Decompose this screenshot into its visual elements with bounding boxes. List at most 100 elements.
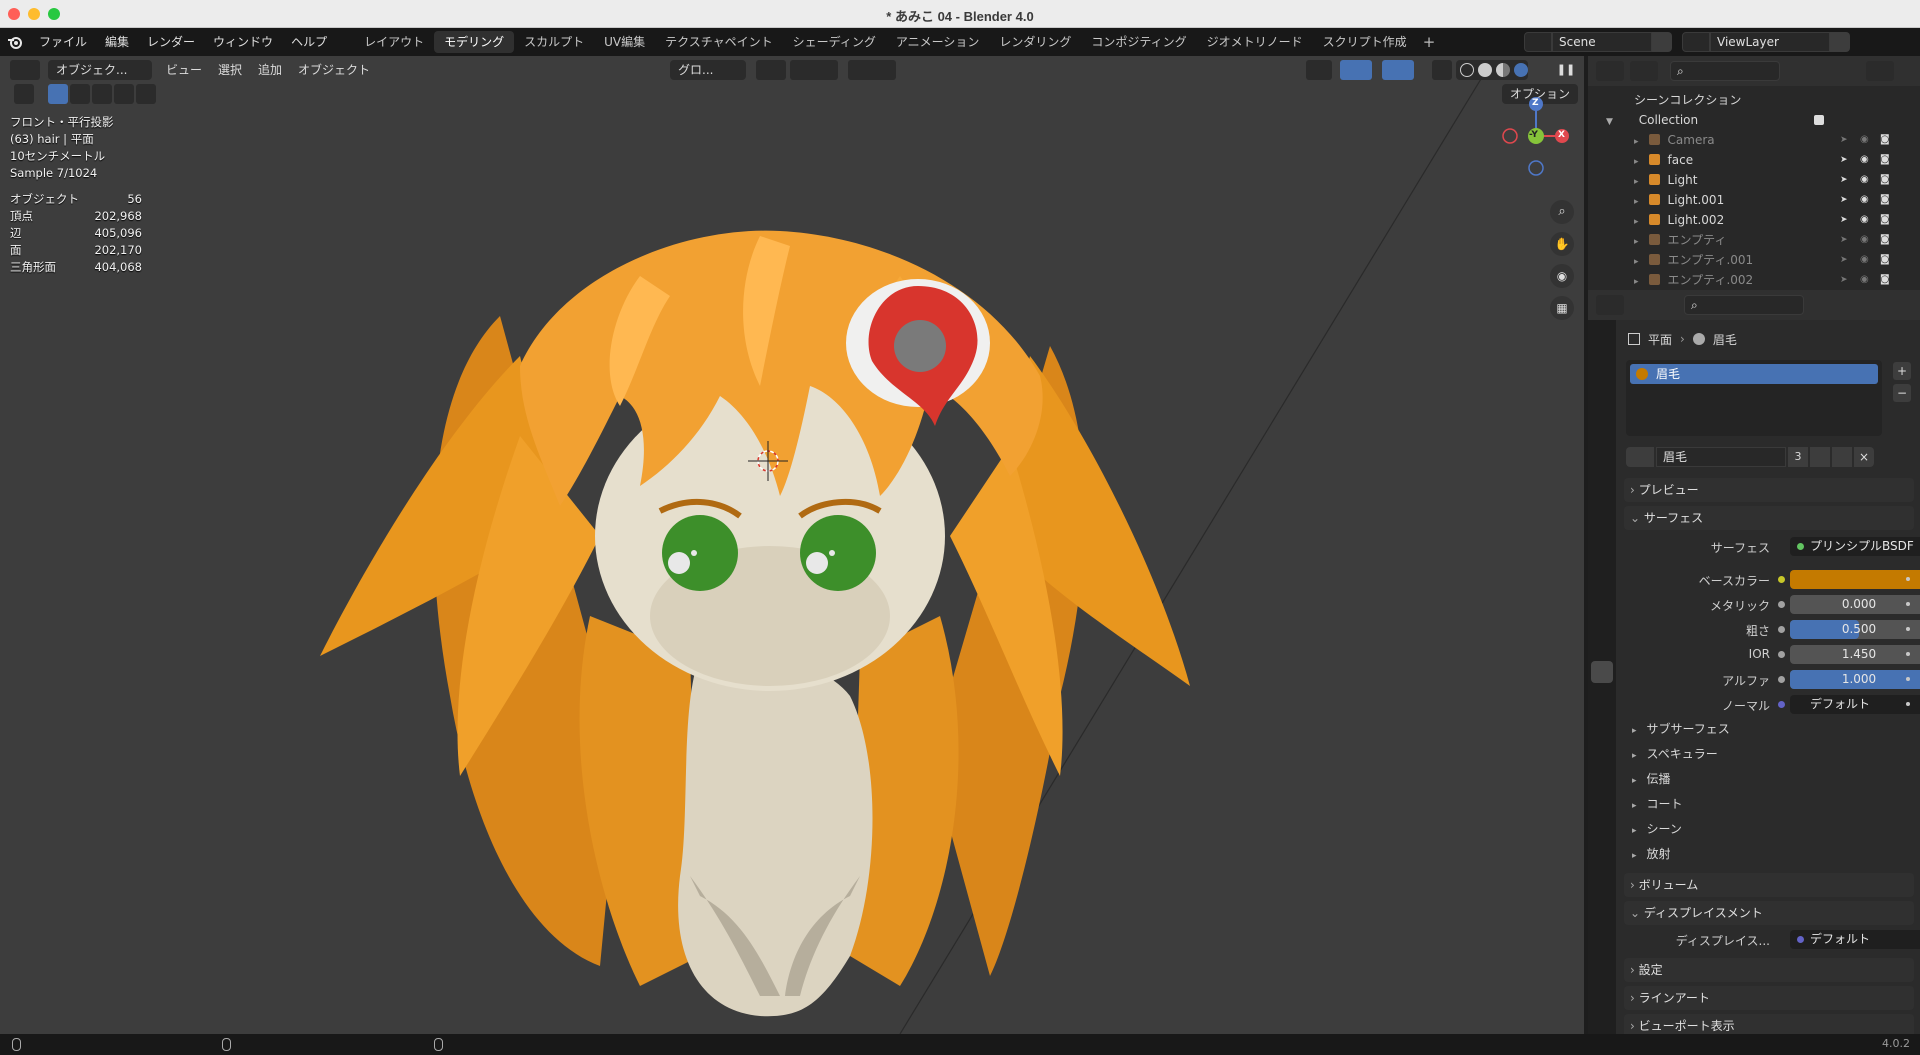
- settings-section[interactable]: › 設定: [1624, 958, 1914, 982]
- workspace-tab[interactable]: テクスチャペイント: [655, 31, 783, 53]
- unlink-material-icon[interactable]: ×: [1854, 447, 1874, 467]
- render-camera-icon[interactable]: ◙: [1880, 150, 1890, 170]
- outliner-item[interactable]: ▸ Light.002 ➤ ◉ ◙: [1588, 210, 1920, 230]
- editor-type-icon[interactable]: [10, 60, 40, 80]
- render-camera-icon[interactable]: ◙: [1880, 130, 1890, 150]
- pivot-icon[interactable]: [756, 60, 786, 80]
- displacement-field[interactable]: デフォルト: [1790, 930, 1920, 949]
- subpanel-header[interactable]: ▸ シーン: [1624, 817, 1920, 842]
- viewport-display-section[interactable]: › ビューポート表示: [1624, 1014, 1914, 1034]
- socket-dot-icon[interactable]: [1778, 651, 1785, 658]
- selectable-arrow-icon[interactable]: ➤: [1840, 150, 1848, 170]
- material-name-field[interactable]: 眉毛: [1656, 447, 1786, 467]
- menu-item[interactable]: ファイル: [30, 28, 96, 56]
- viewlayer-field[interactable]: ViewLayer: [1710, 32, 1830, 52]
- overlay-toggle-icon[interactable]: [1382, 60, 1414, 80]
- workspace-tab[interactable]: シェーディング: [783, 31, 886, 53]
- new-viewlayer-button[interactable]: [1830, 32, 1850, 52]
- expand-arrow-icon[interactable]: ▸: [1634, 197, 1639, 207]
- new-material-icon[interactable]: [1832, 447, 1852, 467]
- workspace-tab[interactable]: モデリング: [434, 31, 515, 53]
- preview-section[interactable]: › プレビュー: [1624, 478, 1914, 502]
- snap-icon[interactable]: [790, 60, 838, 80]
- expand-arrow-icon[interactable]: ▸: [1634, 217, 1639, 227]
- select-subtract-icon[interactable]: [92, 84, 112, 104]
- socket-dot-icon[interactable]: [1778, 701, 1785, 708]
- world-tab-icon[interactable]: [1591, 451, 1613, 473]
- subpanel-header[interactable]: ▸ 放射: [1624, 842, 1920, 867]
- outliner-item[interactable]: ▸ face ➤ ◉ ◙: [1588, 150, 1920, 170]
- volume-section[interactable]: › ボリューム: [1624, 873, 1914, 897]
- field-value[interactable]: 1.450: [1790, 645, 1920, 664]
- selectable-arrow-icon[interactable]: ➤: [1840, 230, 1848, 250]
- selectable-arrow-icon[interactable]: ➤: [1840, 130, 1848, 150]
- socket-dot-icon[interactable]: [1778, 626, 1785, 633]
- viewport-menu-item[interactable]: 追加: [250, 60, 290, 80]
- object-tab-icon[interactable]: [1591, 511, 1613, 533]
- navigation-gizmo[interactable]: Z X -Y: [1496, 96, 1576, 176]
- pause-render-icon[interactable]: ❚❚: [1556, 60, 1576, 80]
- xray-icon[interactable]: [1432, 60, 1452, 80]
- menu-item[interactable]: ヘルプ: [282, 28, 336, 56]
- render-camera-icon[interactable]: ◙: [1880, 170, 1890, 190]
- scene-tab-icon[interactable]: [1591, 426, 1613, 448]
- outliner-search-input[interactable]: ⌕: [1670, 61, 1780, 81]
- workspace-tab[interactable]: ジオメトリノード: [1197, 31, 1313, 53]
- visibility-eye-icon[interactable]: ◉: [1860, 210, 1869, 230]
- field-value[interactable]: 0.000: [1790, 595, 1920, 614]
- select-invert-icon[interactable]: [114, 84, 134, 104]
- keyframe-dot-icon[interactable]: [1906, 577, 1910, 581]
- physics-tab-icon[interactable]: [1591, 586, 1613, 608]
- select-intersect-icon[interactable]: [136, 84, 156, 104]
- workspace-tab[interactable]: コンポジティング: [1081, 31, 1196, 53]
- surface-shader-field[interactable]: プリンシプルBSDF: [1790, 537, 1920, 556]
- visibility-eye-icon[interactable]: ◉: [1860, 230, 1869, 250]
- new-scene-button[interactable]: [1652, 32, 1672, 52]
- collection-tab-icon[interactable]: [1591, 481, 1613, 503]
- selectable-arrow-icon[interactable]: ➤: [1840, 190, 1848, 210]
- outliner-editor-type-icon[interactable]: [1596, 61, 1624, 81]
- properties-editor-type-icon[interactable]: [1596, 295, 1624, 315]
- expand-arrow-icon[interactable]: ▸: [1634, 237, 1639, 247]
- scene-selector-icon[interactable]: [1524, 32, 1552, 52]
- render-tab-icon[interactable]: [1591, 351, 1613, 373]
- outliner-item[interactable]: ▸ エンプティ.001 ➤ ◉ ◙: [1588, 250, 1920, 270]
- visibility-eye-icon[interactable]: ◉: [1860, 190, 1869, 210]
- viewport-menu-item[interactable]: ビュー: [158, 60, 210, 80]
- keyframe-dot-icon[interactable]: [1906, 702, 1910, 706]
- subpanel-header[interactable]: ▸ コート: [1624, 792, 1920, 817]
- proportional-edit-icon[interactable]: [848, 60, 896, 80]
- gizmo-toggle-icon[interactable]: [1340, 60, 1372, 80]
- subpanel-header[interactable]: ▸ サブサーフェス: [1624, 717, 1920, 742]
- 3d-viewport[interactable]: オブジェク... ビュー 選択 追加 オブジェクト グロ... ❚❚ オプション フロ…: [0, 56, 1584, 1034]
- constraints-tab-icon[interactable]: [1591, 611, 1613, 633]
- viewlayer-selector-icon[interactable]: [1682, 32, 1710, 52]
- fake-user-icon[interactable]: [1810, 447, 1830, 467]
- outliner-item[interactable]: ▸ Light ➤ ◉ ◙: [1588, 170, 1920, 190]
- expand-arrow-icon[interactable]: ▸: [1634, 137, 1639, 147]
- render-camera-icon[interactable]: ◙: [1880, 250, 1890, 270]
- mode-selector[interactable]: オブジェク...: [48, 60, 152, 80]
- visibility-eye-icon[interactable]: ◉: [1860, 130, 1869, 150]
- menu-item[interactable]: レンダー: [138, 28, 204, 56]
- select-box-tool-icon[interactable]: [14, 84, 34, 104]
- material-tab-icon[interactable]: [1591, 661, 1613, 683]
- output-tab-icon[interactable]: [1591, 376, 1613, 398]
- socket-dot-icon[interactable]: [1778, 576, 1785, 583]
- shading-modes[interactable]: [1456, 60, 1528, 80]
- collapse-arrow-icon[interactable]: ▼: [1606, 117, 1613, 127]
- scene-field[interactable]: Scene: [1552, 32, 1652, 52]
- keyframe-dot-icon[interactable]: [1906, 602, 1910, 606]
- expand-arrow-icon[interactable]: ▸: [1634, 177, 1639, 187]
- surface-section[interactable]: ⌄ サーフェス: [1624, 506, 1914, 530]
- view-layer-tab-icon[interactable]: [1591, 401, 1613, 423]
- expand-arrow-icon[interactable]: ▸: [1634, 157, 1639, 167]
- workspace-tab[interactable]: スクリプト作成: [1313, 31, 1417, 53]
- viewport-menu-item[interactable]: 選択: [210, 60, 250, 80]
- lineart-section[interactable]: › ラインアート: [1624, 986, 1914, 1010]
- outliner-item[interactable]: ▸ エンプティ ➤ ◉ ◙: [1588, 230, 1920, 250]
- particles-tab-icon[interactable]: [1591, 561, 1613, 583]
- remove-slot-button[interactable]: −: [1893, 384, 1911, 402]
- outliner-item[interactable]: ▸ Light.001 ➤ ◉ ◙: [1588, 190, 1920, 210]
- add-workspace-button[interactable]: +: [1423, 33, 1436, 51]
